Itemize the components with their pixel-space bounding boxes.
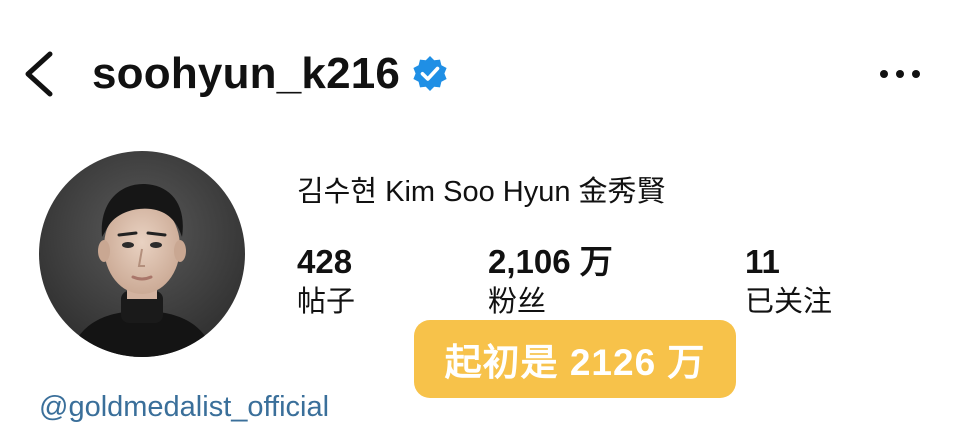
followers-count: 2,106 万 bbox=[488, 243, 613, 280]
back-button[interactable] bbox=[18, 48, 62, 100]
more-options-button[interactable] bbox=[876, 60, 924, 88]
posts-count: 428 bbox=[297, 243, 353, 280]
following-label: 已关注 bbox=[745, 286, 833, 318]
annotation-text: 起初是 2126 万 bbox=[444, 342, 706, 383]
username-row: soohyun_k216 bbox=[92, 45, 450, 103]
avatar-photo bbox=[39, 151, 245, 357]
profile-full-name: 김수현 Kim Soo Hyun 金秀賢 bbox=[297, 176, 666, 208]
annotation-badge: 起初是 2126 万 bbox=[414, 320, 736, 398]
more-horizontal-icon bbox=[880, 70, 920, 78]
verified-badge-icon bbox=[410, 54, 450, 94]
profile-avatar[interactable] bbox=[39, 151, 245, 357]
profile-header: soohyun_k216 bbox=[0, 0, 968, 150]
stat-following[interactable]: 11 已关注 bbox=[745, 242, 832, 322]
following-count: 11 bbox=[745, 243, 780, 280]
chevron-left-icon bbox=[25, 51, 53, 97]
posts-label: 帖子 bbox=[297, 286, 356, 318]
stat-followers[interactable]: 2,106 万 粉丝 bbox=[488, 242, 613, 322]
linked-account-link[interactable]: @goldmedalist_official bbox=[39, 389, 329, 425]
profile-username: soohyun_k216 bbox=[92, 49, 401, 98]
followers-label: 粉丝 bbox=[488, 286, 547, 318]
stat-posts[interactable]: 428 帖子 bbox=[297, 242, 355, 322]
